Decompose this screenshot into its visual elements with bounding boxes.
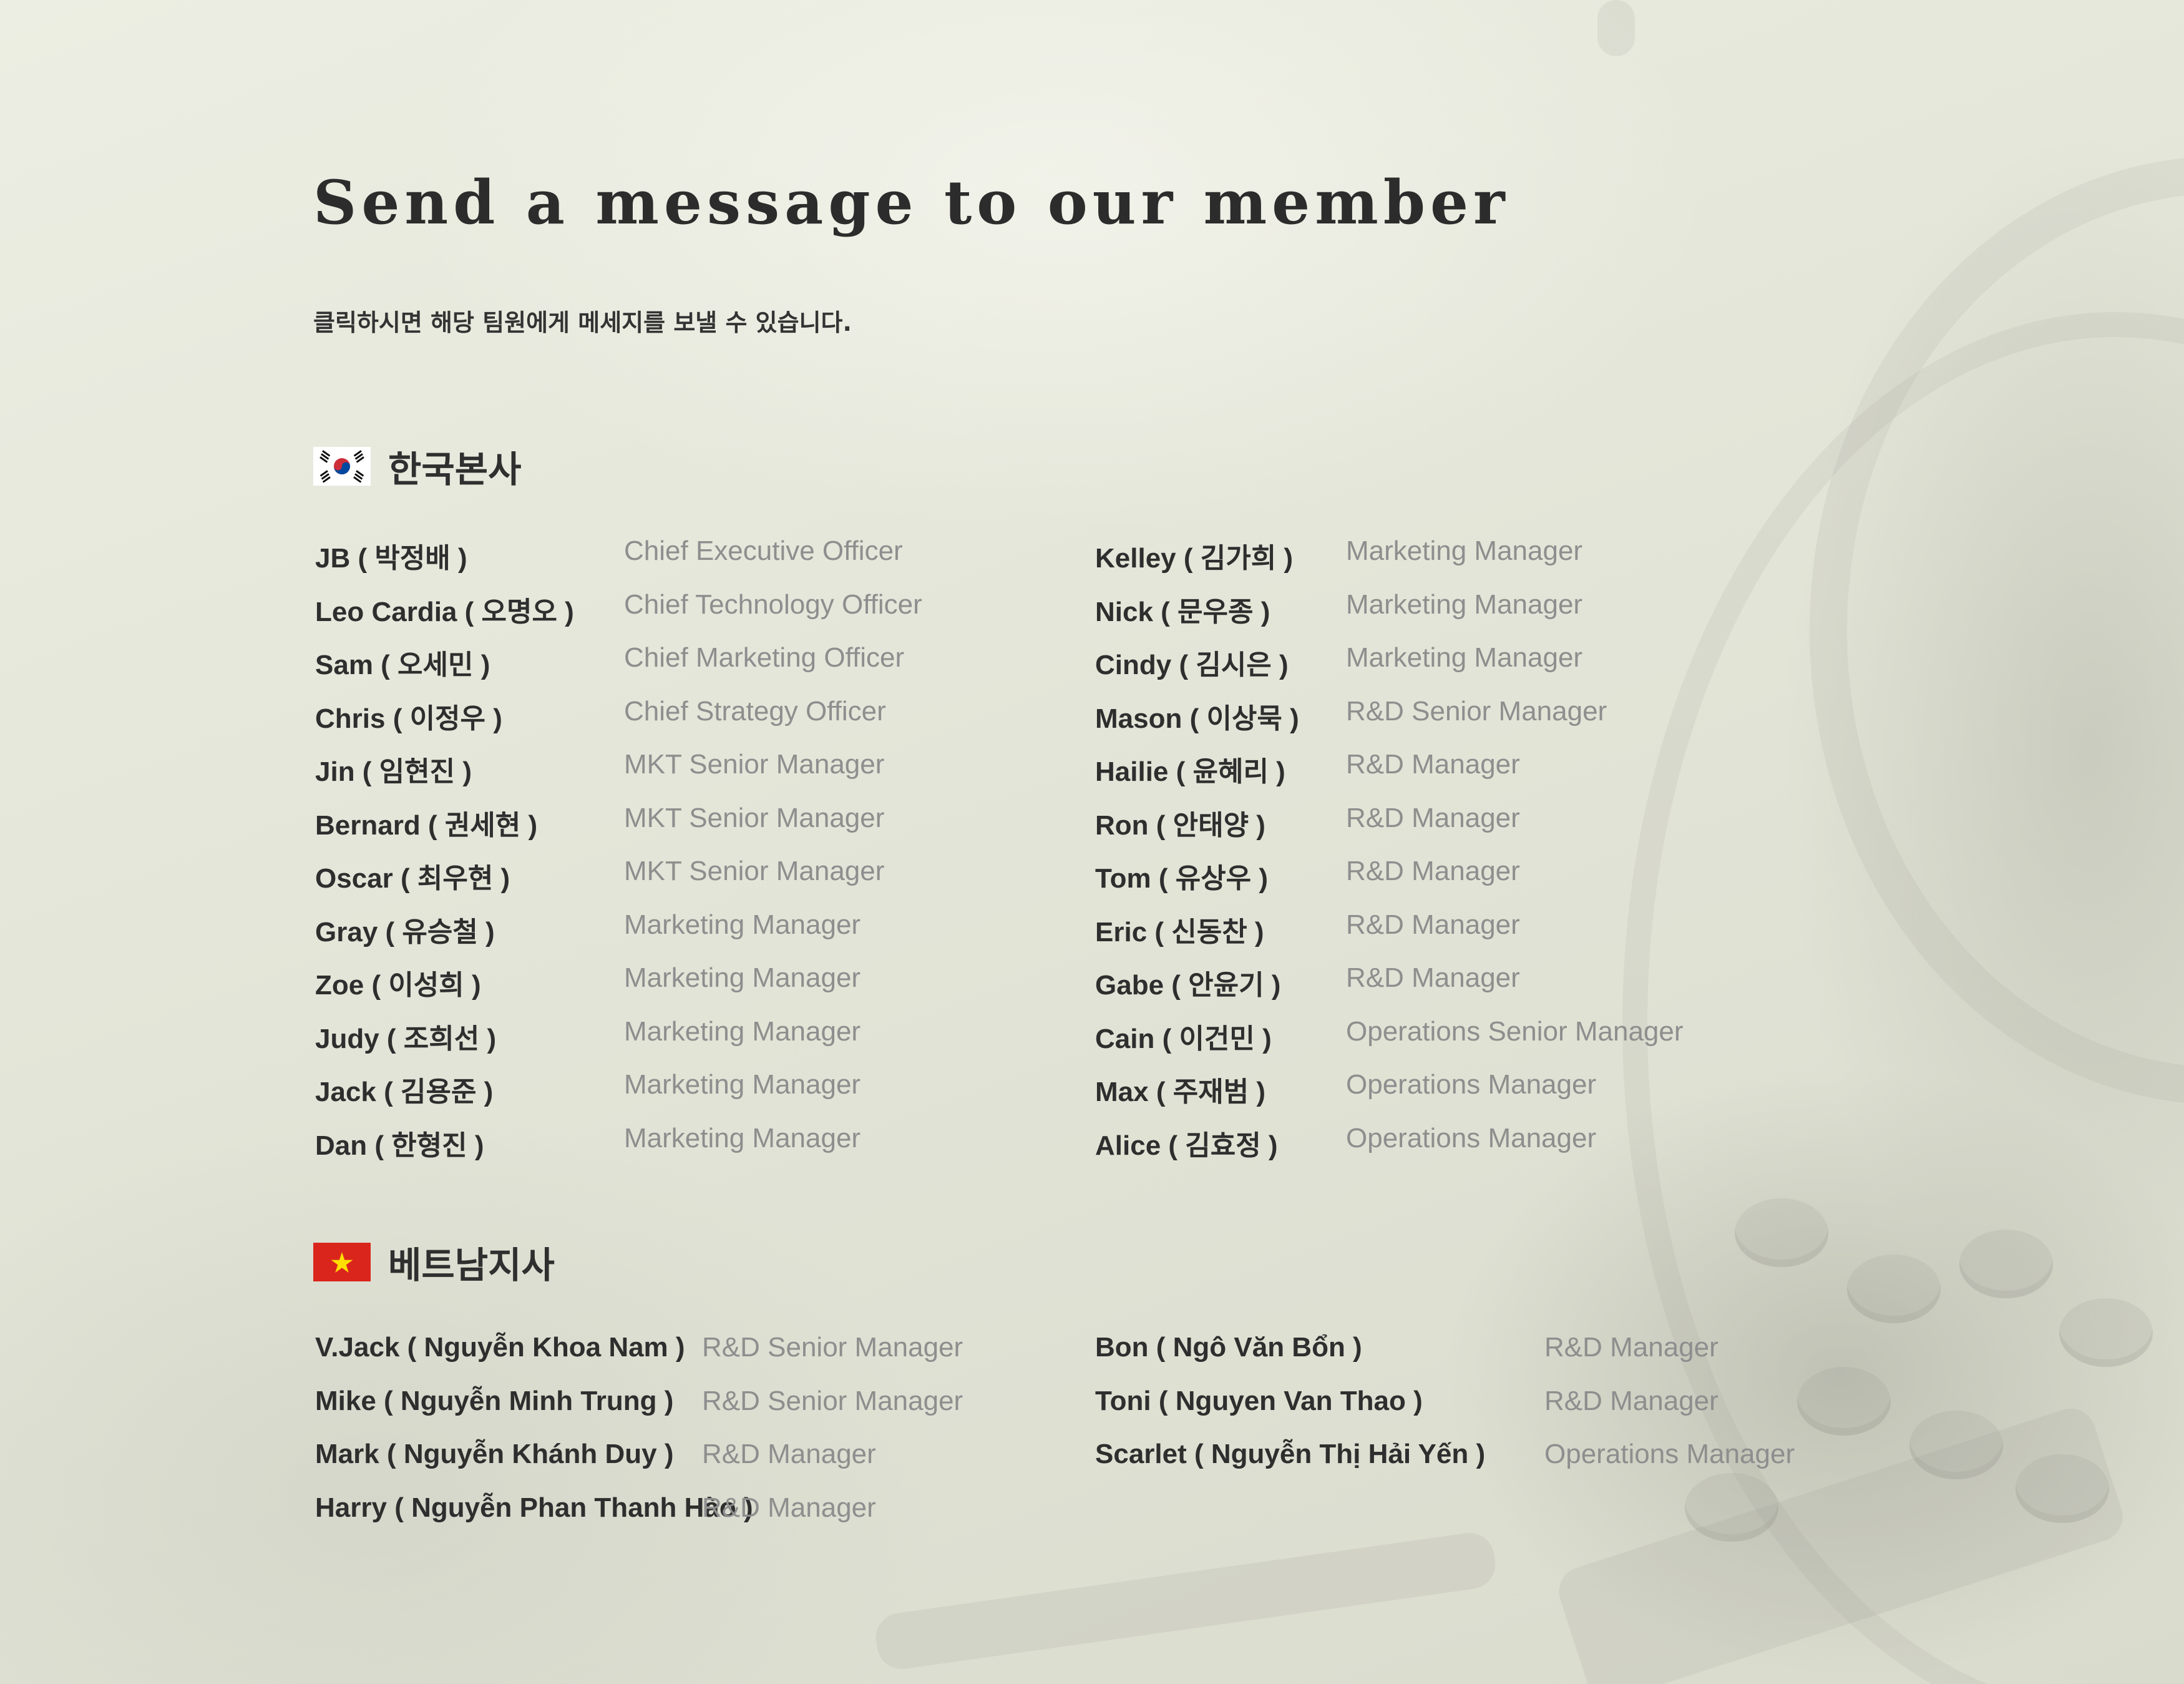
member-name[interactable]: Gray ( 유승철 ): [315, 909, 495, 949]
member-role: Chief Marketing Officer: [624, 642, 905, 673]
member-role: Marketing Manager: [624, 1016, 861, 1047]
member-role: R&D Manager: [1346, 909, 1520, 940]
member-name[interactable]: Mark ( Nguyễn Khánh Duy ): [315, 1439, 674, 1470]
member-name[interactable]: Mason ( 이상묵 ): [1095, 696, 1299, 736]
member-name[interactable]: Judy ( 조희선 ): [315, 1016, 496, 1056]
member-name[interactable]: Dan ( 한형진 ): [315, 1123, 484, 1163]
member-name[interactable]: JB ( 박정배 ): [315, 536, 467, 575]
member-role: MKT Senior Manager: [624, 802, 885, 833]
member-name[interactable]: Oscar ( 최우현 ): [315, 856, 510, 896]
member-role: R&D Manager: [1346, 962, 1520, 993]
member-name[interactable]: Kelley ( 김가희 ): [1095, 536, 1293, 575]
member-role: Marketing Manager: [624, 1069, 861, 1100]
member-role: Chief Technology Officer: [624, 589, 922, 620]
member-role: R&D Manager: [702, 1492, 876, 1523]
member-name[interactable]: Mike ( Nguyễn Minh Trung ): [315, 1386, 673, 1417]
member-name[interactable]: Nick ( 문우종 ): [1095, 589, 1270, 629]
member-role: R&D Senior Manager: [702, 1332, 963, 1363]
member-role: R&D Manager: [702, 1439, 876, 1469]
member-role: Marketing Manager: [624, 909, 861, 940]
member-role: MKT Senior Manager: [624, 856, 885, 886]
south-korea-flag-icon: [313, 447, 371, 486]
member-role: Marketing Manager: [1346, 536, 1583, 566]
member-name[interactable]: Zoe ( 이성희 ): [315, 962, 481, 1002]
member-name[interactable]: Bon ( Ngô Văn Bổn ): [1095, 1332, 1362, 1363]
member-name[interactable]: Jack ( 김용준 ): [315, 1069, 493, 1109]
page-subtitle: 클릭하시면 해당 팀원에게 메세지를 보낼 수 있습니다.: [313, 309, 852, 336]
section-label-vietnam: 베트남지사: [388, 1244, 555, 1286]
content: Send a message to our member 클릭하시면 해당 팀원…: [0, 0, 2184, 1684]
member-name[interactable]: Bernard ( 권세현 ): [315, 803, 537, 843]
member-role: R&D Manager: [1346, 749, 1520, 780]
member-name[interactable]: Leo Cardia ( 오명오 ): [315, 589, 574, 629]
member-name[interactable]: Chris ( 이정우 ): [315, 696, 502, 736]
section-label-korea: 한국본사: [388, 448, 522, 491]
member-role: R&D Manager: [1346, 802, 1520, 833]
member-name[interactable]: V.Jack ( Nguyễn Khoa Nam ): [315, 1332, 685, 1363]
member-role: Operations Manager: [1346, 1122, 1597, 1153]
member-name[interactable]: Sam ( 오세민 ): [315, 642, 490, 682]
member-role: Chief Executive Officer: [624, 536, 903, 566]
member-role: Marketing Manager: [1346, 642, 1583, 673]
member-role: R&D Manager: [1346, 856, 1520, 886]
member-role: Operations Manager: [1346, 1069, 1597, 1100]
vietnam-flag-icon: [313, 1243, 371, 1281]
member-role: Operations Senior Manager: [1346, 1016, 1684, 1047]
member-name[interactable]: Ron ( 안태양 ): [1095, 803, 1265, 843]
member-name[interactable]: Harry ( Nguyễn Phan Thanh Hào ): [315, 1492, 753, 1524]
member-role: R&D Senior Manager: [702, 1385, 963, 1416]
member-name[interactable]: Gabe ( 안윤기 ): [1095, 962, 1280, 1002]
member-name[interactable]: Cindy ( 김시은 ): [1095, 642, 1289, 682]
member-role: R&D Senior Manager: [1346, 695, 1607, 727]
member-name[interactable]: Cain ( 이건민 ): [1095, 1016, 1272, 1056]
member-name[interactable]: Toni ( Nguyen Van Thao ): [1095, 1386, 1423, 1417]
member-role: Marketing Manager: [1346, 589, 1583, 620]
member-name[interactable]: Alice ( 김효정 ): [1095, 1123, 1278, 1163]
member-role: MKT Senior Manager: [624, 749, 885, 780]
member-role: R&D Manager: [1544, 1385, 1718, 1416]
member-role: Chief Strategy Officer: [624, 695, 886, 727]
member-name[interactable]: Jin ( 임현진 ): [315, 749, 472, 789]
member-name[interactable]: Hailie ( 윤혜리 ): [1095, 749, 1285, 789]
page-title: Send a message to our member: [313, 167, 1510, 238]
member-role: Marketing Manager: [624, 1122, 861, 1153]
section-header-vietnam: 베트남지사: [313, 1237, 555, 1287]
member-name[interactable]: Scarlet ( Nguyễn Thị Hải Yến ): [1095, 1439, 1485, 1470]
member-name[interactable]: Max ( 주재범 ): [1095, 1069, 1265, 1109]
member-role: R&D Manager: [1544, 1332, 1718, 1363]
member-name[interactable]: Tom ( 유상우 ): [1095, 856, 1268, 896]
member-role: Operations Manager: [1544, 1439, 1795, 1469]
member-name[interactable]: Eric ( 신동찬 ): [1095, 909, 1264, 949]
section-header-korea: 한국본사: [313, 441, 521, 491]
member-role: Marketing Manager: [624, 962, 861, 993]
